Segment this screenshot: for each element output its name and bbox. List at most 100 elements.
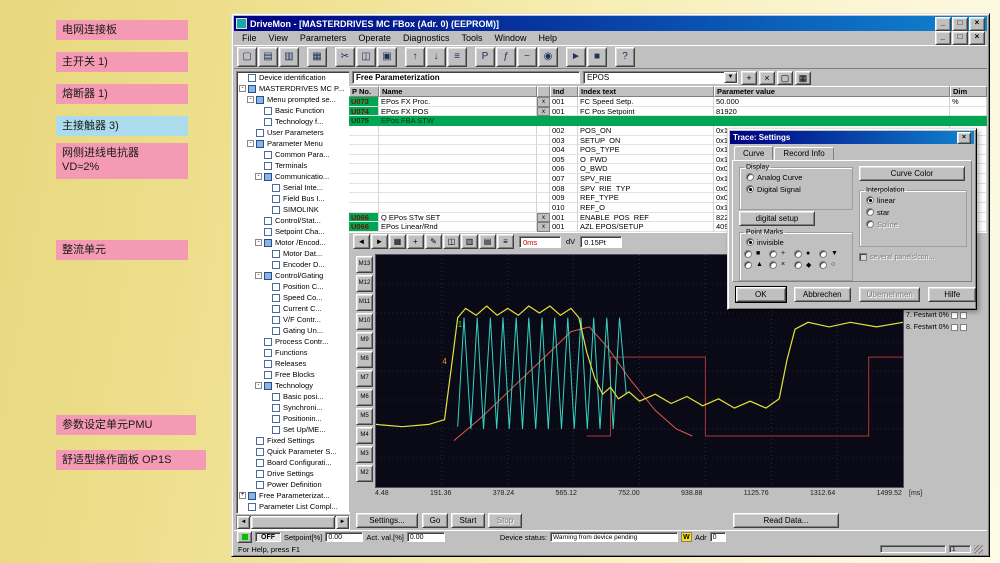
tree-item-12[interactable]: SIMOLINK	[237, 204, 349, 215]
trace-toolbar-button-shift-left[interactable]: ◄	[353, 234, 370, 249]
tree-toggle-icon[interactable]	[263, 206, 270, 213]
tree-item-33[interactable]: Fixed Settings	[237, 435, 349, 446]
tree-toggle-icon[interactable]	[263, 305, 270, 312]
go-button[interactable]: Go	[422, 513, 448, 528]
menu-5[interactable]: Tools	[455, 32, 488, 44]
tree-item-25[interactable]: Functions	[237, 347, 349, 358]
tree-item-32[interactable]: Set Up/ME...	[237, 424, 349, 435]
trace-channel-button-4[interactable]: M9	[356, 332, 373, 349]
radio-analog-curve[interactable]: Analog Curve	[740, 171, 852, 183]
tree-item-36[interactable]: Drive Settings	[237, 468, 349, 479]
tree-item-35[interactable]: Board Configurati...	[237, 457, 349, 468]
dialog-help-button[interactable]: Hilfe	[928, 287, 976, 302]
point-mark-option-5[interactable]: ×	[769, 259, 794, 270]
tree-toggle-icon[interactable]	[247, 470, 254, 477]
interpolation-option-star[interactable]: star	[860, 206, 966, 218]
toolbar-button-stop[interactable]: ■	[587, 47, 607, 67]
tree-toggle-icon[interactable]	[255, 228, 262, 235]
toolbar-button-trace[interactable]: ~	[517, 47, 537, 67]
trace-toolbar-button-setup[interactable]: ≡	[497, 234, 514, 249]
tree-item-4[interactable]: Technology f...	[237, 116, 349, 127]
tree-item-8[interactable]: Terminals	[237, 160, 349, 171]
tree-toggle-icon[interactable]	[263, 404, 270, 411]
col-ind[interactable]: Ind	[550, 86, 578, 97]
minimize-button[interactable]: _	[935, 17, 951, 31]
tree-toggle-icon[interactable]	[263, 294, 270, 301]
legend-row-signal-8[interactable]: 8. Festwrt 0%	[906, 322, 985, 333]
trace-channel-button-3[interactable]: M10	[356, 313, 373, 330]
legend-checkbox[interactable]	[951, 324, 958, 331]
tree-item-34[interactable]: Quick Parameter S...	[237, 446, 349, 457]
tree-toggle-icon[interactable]: -	[239, 85, 246, 92]
tree-item-39[interactable]: Parameter List Compl...	[237, 501, 349, 512]
menu-2[interactable]: Parameters	[294, 32, 353, 44]
toolbar-button-open[interactable]: ▤	[258, 47, 278, 67]
tree-toggle-icon[interactable]	[239, 74, 246, 81]
tree-item-3[interactable]: Basic Function	[237, 105, 349, 116]
menu-4[interactable]: Diagnostics	[397, 32, 456, 44]
tree-toggle-icon[interactable]	[263, 250, 270, 257]
header-button-new-set[interactable]: ▢	[777, 71, 793, 85]
tree-item-37[interactable]: Power Definition	[237, 479, 349, 490]
tree-toggle-icon[interactable]	[239, 503, 246, 510]
tree-item-2[interactable]: - Menu prompted se...	[237, 94, 349, 105]
toolbar-button-parameter-list[interactable]: P	[475, 47, 495, 67]
tree-toggle-icon[interactable]	[263, 184, 270, 191]
tree-toggle-icon[interactable]: -	[255, 382, 262, 389]
trace-channel-button-11[interactable]: M2	[356, 465, 373, 482]
menu-6[interactable]: Window	[488, 32, 532, 44]
tree-toggle-icon[interactable]	[255, 151, 262, 158]
tree-item-10[interactable]: Serial Inte...	[237, 182, 349, 193]
legend-row-signal-7[interactable]: 7. Festwrt 0%	[906, 310, 985, 321]
tree-item-19[interactable]: Position C...	[237, 281, 349, 292]
toolbar-button-go[interactable]: ►	[566, 47, 586, 67]
header-button-delete[interactable]: ×	[759, 71, 775, 85]
tree-toggle-icon[interactable]	[247, 448, 254, 455]
cancel-button[interactable]: Abbrechen	[794, 287, 851, 302]
tree-item-6[interactable]: - Parameter Menu	[237, 138, 349, 149]
point-mark-option-6[interactable]: ◆	[794, 259, 819, 270]
trace-channel-button-10[interactable]: M3	[356, 446, 373, 463]
toolbar-button-compare[interactable]: ≡	[447, 47, 467, 67]
tree-toggle-icon[interactable]	[255, 107, 262, 114]
tree-item-11[interactable]: Field Bus I...	[237, 193, 349, 204]
trace-channel-button-7[interactable]: M6	[356, 389, 373, 406]
start-button[interactable]: Start	[451, 513, 485, 528]
toolbar-button-copy[interactable]: ◫	[356, 47, 376, 67]
tree-item-24[interactable]: Process Contr...	[237, 336, 349, 347]
toolbar-button-print[interactable]: ▦	[307, 47, 327, 67]
read-data-button[interactable]: Read Data...	[733, 513, 839, 528]
tree-toggle-icon[interactable]	[255, 371, 262, 378]
tree-toggle-icon[interactable]: -	[255, 173, 262, 180]
legend-checkbox[interactable]	[951, 312, 958, 319]
toolbar-button-function-diagram[interactable]: ƒ	[496, 47, 516, 67]
tree-item-1[interactable]: - MASTERDRIVES MC P...	[237, 83, 349, 94]
curve-color-button[interactable]: Curve Color	[859, 166, 965, 181]
tab-record-info[interactable]: Record Info	[774, 147, 833, 161]
col-dim[interactable]: Dim	[950, 86, 987, 97]
tree-toggle-icon[interactable]: -	[247, 140, 254, 147]
legend-checkbox[interactable]	[960, 312, 967, 319]
tree-toggle-icon[interactable]: -	[255, 239, 262, 246]
tree-toggle-icon[interactable]	[263, 426, 270, 433]
tree-item-26[interactable]: Releases	[237, 358, 349, 369]
tree-toggle-icon[interactable]	[263, 283, 270, 290]
tree-item-20[interactable]: Speed Co...	[237, 292, 349, 303]
trace-channel-button-1[interactable]: M12	[356, 275, 373, 292]
tree-toggle-icon[interactable]	[263, 415, 270, 422]
tree-item-38[interactable]: + Free Parameterizat...	[237, 490, 349, 501]
child-minimize-button[interactable]: _	[935, 31, 951, 45]
window-titlebar[interactable]: DriveMon - [MASTERDRIVES MC FBox (Adr. 0…	[234, 16, 987, 31]
tree-item-17[interactable]: Encoder D...	[237, 259, 349, 270]
toolbar-button-new[interactable]: ▢	[237, 47, 257, 67]
point-mark-option-1[interactable]: +	[769, 248, 794, 259]
toolbar-button-help[interactable]: ?	[615, 47, 635, 67]
tree-item-22[interactable]: V/F Contr...	[237, 314, 349, 325]
child-restore-button[interactable]: □	[952, 31, 968, 45]
tree-toggle-icon[interactable]	[255, 162, 262, 169]
parameter-set-combobox[interactable]: EPOS ▼	[583, 71, 738, 84]
tree-toggle-icon[interactable]	[255, 217, 262, 224]
resize-grip[interactable]	[974, 545, 983, 554]
tree-toggle-icon[interactable]	[263, 195, 270, 202]
trace-toolbar-button-save[interactable]: ▥	[461, 234, 478, 249]
